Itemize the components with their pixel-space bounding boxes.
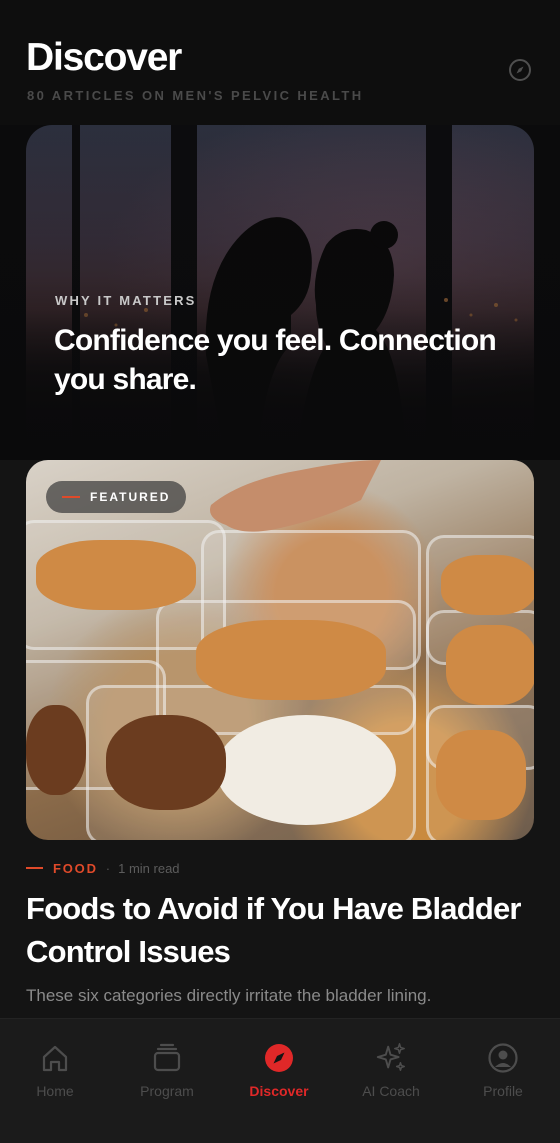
featured-article-image[interactable]: FEATURED: [26, 460, 534, 840]
hero-headline: Confidence you feel. Connection you shar…: [54, 324, 497, 396]
food: [446, 625, 534, 705]
sparkles-icon: [376, 1043, 405, 1072]
badge-dash: [62, 496, 80, 498]
tab-label: Program: [140, 1083, 194, 1099]
bottom-tab-bar: Home Program Discover AI Coach Profile: [0, 1018, 560, 1143]
read-time: 1 min read: [118, 860, 180, 876]
article-meta: FOOD · 1 min read: [26, 860, 180, 876]
food: [196, 620, 386, 700]
header: Discover 80 ARTICLES ON MEN'S PELVIC HEA…: [0, 0, 560, 125]
food: [436, 730, 526, 820]
tab-profile[interactable]: Profile: [453, 1041, 553, 1101]
category-dash: [26, 867, 43, 869]
food: [36, 540, 196, 610]
user-circle-icon: [488, 1043, 518, 1073]
hero-eyebrow: WHY IT MATTERS: [55, 293, 197, 308]
featured-badge-label: FEATURED: [90, 490, 171, 504]
page-title: Discover: [26, 36, 182, 79]
food: [441, 555, 534, 615]
featured-badge: FEATURED: [46, 481, 186, 513]
tab-label: Home: [36, 1083, 74, 1099]
page-subtitle: 80 ARTICLES ON MEN'S PELVIC HEALTH: [27, 88, 364, 103]
home-icon: [42, 1045, 68, 1072]
tab-program[interactable]: Program: [117, 1041, 217, 1101]
food: [216, 715, 396, 825]
article-title[interactable]: Foods to Avoid if You Have Bladder Contr…: [26, 887, 536, 973]
hero-banner[interactable]: WHY IT MATTERS Confidence you feel. Conn…: [0, 125, 560, 460]
article-category[interactable]: FOOD: [53, 861, 98, 876]
tab-label: AI Coach: [362, 1083, 420, 1099]
tab-label: Discover: [249, 1083, 309, 1099]
explore-button[interactable]: [506, 56, 533, 83]
compass-icon: [508, 58, 531, 81]
tab-discover[interactable]: Discover: [229, 1041, 329, 1101]
program-stack-icon: [153, 1043, 181, 1072]
tab-home[interactable]: Home: [5, 1041, 105, 1101]
food: [106, 715, 226, 810]
tab-label: Profile: [483, 1083, 523, 1099]
compass-icon: [265, 1044, 293, 1072]
tab-ai-coach[interactable]: AI Coach: [341, 1041, 441, 1101]
food: [26, 705, 86, 795]
meta-separator: ·: [105, 860, 111, 876]
discover-screen: Discover 80 ARTICLES ON MEN'S PELVIC HEA…: [0, 0, 560, 1143]
article-description: These six categories directly irritate t…: [26, 986, 432, 1005]
